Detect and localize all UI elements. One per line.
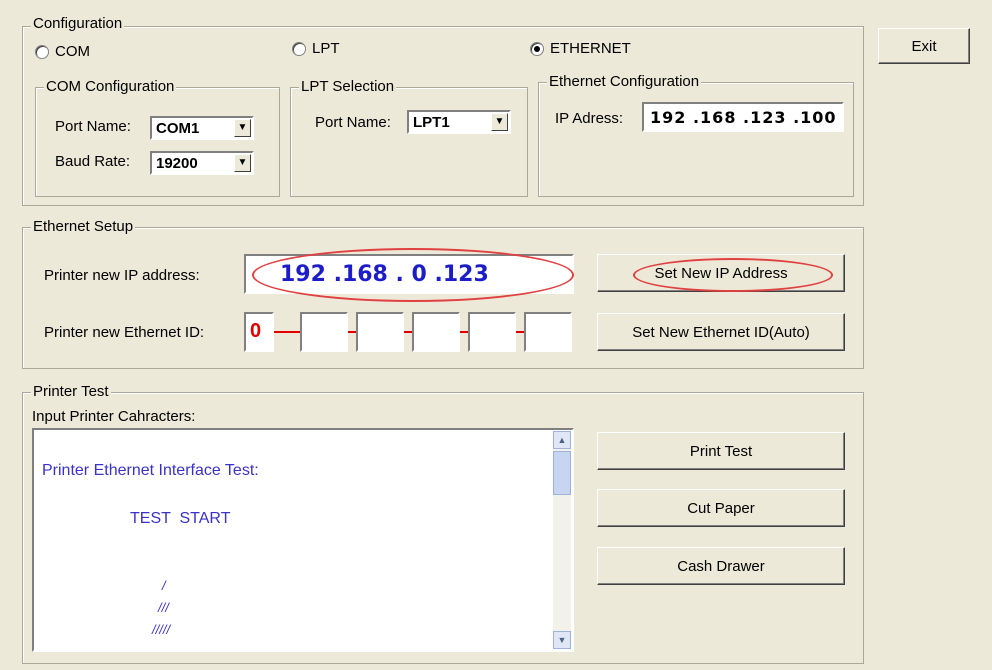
- cash-drawer-button[interactable]: Cash Drawer: [597, 547, 845, 585]
- cut-paper-button[interactable]: Cut Paper: [597, 489, 845, 527]
- radio-com[interactable]: COM: [35, 43, 90, 60]
- exit-button-label: Exit: [911, 37, 937, 55]
- scroll-thumb[interactable]: [553, 451, 571, 495]
- com-configuration-group: COM Configuration: [35, 78, 280, 197]
- radio-com-indicator[interactable]: [35, 44, 49, 59]
- new-ip-value: 192 .168 . 0 .123: [280, 262, 489, 287]
- print-test-button[interactable]: Print Test: [597, 432, 845, 470]
- exit-button[interactable]: Exit: [878, 28, 970, 64]
- baud-rate-value: 19200: [156, 155, 198, 172]
- test-line: ///: [158, 600, 169, 615]
- id-separator: [404, 331, 412, 333]
- new-ip-field[interactable]: 192 .168 . 0 .123: [244, 254, 574, 294]
- ethernet-id-box-2[interactable]: [300, 312, 348, 352]
- ethernet-ip-label: IP Adress:: [555, 110, 624, 127]
- input-characters-label: Input Printer Cahracters:: [32, 408, 196, 425]
- baud-rate-label: Baud Rate:: [55, 153, 131, 170]
- id-separator: [274, 331, 300, 333]
- lpt-port-label: Port Name:: [315, 114, 391, 131]
- id-separator: [460, 331, 468, 333]
- ethernet-id-box-4[interactable]: [412, 312, 460, 352]
- radio-ethernet-indicator[interactable]: [530, 41, 544, 56]
- radio-ethernet-label: ETHERNET: [550, 40, 631, 57]
- test-line: Printer Ethernet Interface Test:: [42, 462, 259, 479]
- ethernet-id-box-5[interactable]: [468, 312, 516, 352]
- lpt-port-value: LPT1: [413, 114, 450, 131]
- ethernet-id-box-1-value: 0: [250, 320, 262, 342]
- print-test-button-label: Print Test: [689, 442, 753, 460]
- com-configuration-title: COM Configuration: [44, 78, 177, 96]
- radio-lpt-indicator[interactable]: [292, 41, 306, 56]
- ethernet-config-dialog: Configuration COM LPT ETHERNET COM Confi…: [0, 0, 992, 670]
- lpt-port-select[interactable]: LPT1 ▼: [407, 110, 511, 134]
- ethernet-setup-title: Ethernet Setup: [31, 218, 136, 236]
- set-new-ethernet-id-button-label: Set New Ethernet ID(Auto): [632, 323, 810, 341]
- com-port-label: Port Name:: [55, 118, 131, 135]
- ethernet-ip-value: 192 .168 .123 .100: [650, 108, 837, 127]
- radio-lpt-label: LPT: [312, 40, 340, 57]
- id-separator: [516, 331, 524, 333]
- cut-paper-button-label: Cut Paper: [687, 499, 755, 517]
- test-line: /: [162, 578, 166, 593]
- lpt-selection-title: LPT Selection: [299, 78, 397, 96]
- vertical-scrollbar[interactable]: ▲ ▼: [553, 431, 571, 649]
- chevron-down-icon[interactable]: ▼: [234, 119, 251, 137]
- configuration-group-title: Configuration: [31, 15, 125, 33]
- ethernet-ip-field[interactable]: 192 .168 .123 .100: [642, 102, 844, 132]
- scroll-down-icon[interactable]: ▼: [553, 631, 571, 649]
- scroll-up-icon[interactable]: ▲: [553, 431, 571, 449]
- radio-lpt[interactable]: LPT: [292, 40, 340, 57]
- printer-characters-textarea[interactable]: Printer Ethernet Interface Test: TEST ST…: [32, 428, 574, 652]
- new-ethernet-id-label: Printer new Ethernet ID:: [44, 324, 205, 341]
- lpt-selection-group: LPT Selection: [290, 78, 528, 197]
- baud-rate-select[interactable]: 19200 ▼: [150, 151, 254, 175]
- ethernet-id-box-1[interactable]: 0: [244, 312, 274, 352]
- set-new-ip-button-label: Set New IP Address: [654, 264, 788, 282]
- com-port-value: COM1: [156, 120, 200, 137]
- cash-drawer-button-label: Cash Drawer: [677, 557, 765, 575]
- test-line: /////: [152, 622, 171, 637]
- ethernet-configuration-title: Ethernet Configuration: [547, 73, 702, 91]
- set-new-ethernet-id-button[interactable]: Set New Ethernet ID(Auto): [597, 313, 845, 351]
- chevron-down-icon[interactable]: ▼: [234, 154, 251, 172]
- chevron-down-icon[interactable]: ▼: [491, 113, 508, 131]
- com-port-select[interactable]: COM1 ▼: [150, 116, 254, 140]
- set-new-ip-button[interactable]: Set New IP Address: [597, 254, 845, 292]
- printer-test-title: Printer Test: [31, 383, 111, 401]
- ethernet-configuration-group: Ethernet Configuration: [538, 73, 854, 197]
- ethernet-id-box-3[interactable]: [356, 312, 404, 352]
- ethernet-id-box-6[interactable]: [524, 312, 572, 352]
- test-line: TEST START: [130, 510, 231, 527]
- radio-com-label: COM: [55, 43, 90, 60]
- new-ip-label: Printer new IP address:: [44, 267, 200, 284]
- id-separator: [348, 331, 356, 333]
- radio-ethernet[interactable]: ETHERNET: [530, 40, 631, 57]
